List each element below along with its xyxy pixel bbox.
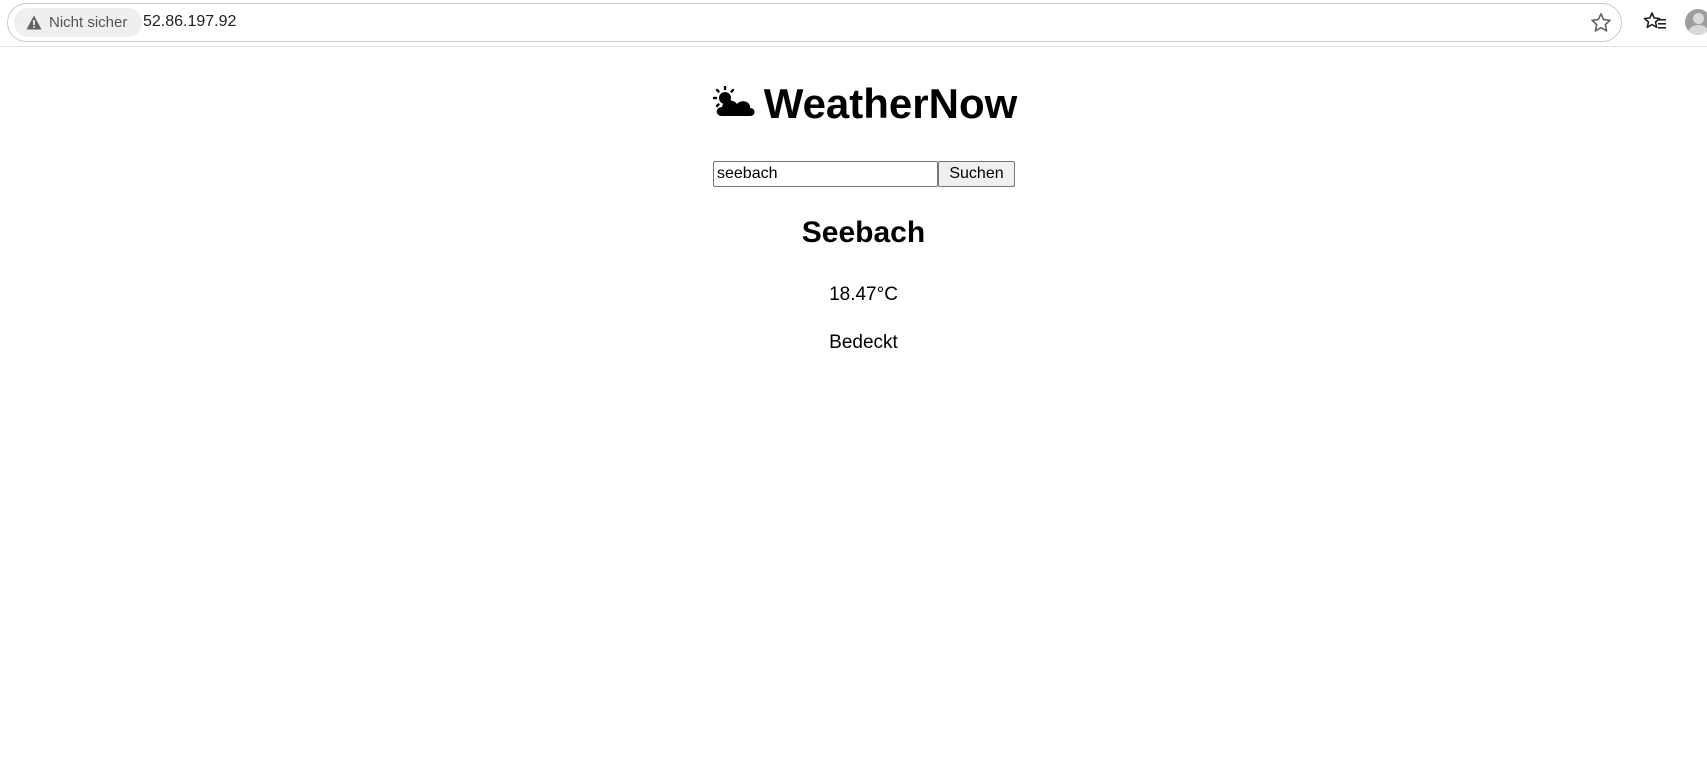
app-title: WeatherNow [0, 79, 1707, 129]
search-button[interactable]: Suchen [938, 161, 1015, 187]
temperature-value: 18.47°C [829, 284, 898, 305]
weather-condition: Bedeckt [829, 332, 898, 353]
app-title-text: WeatherNow [763, 80, 1018, 127]
avatar-body [1688, 25, 1707, 35]
bookmark-star-icon[interactable] [1589, 11, 1613, 35]
city-search-input[interactable] [713, 161, 938, 187]
security-label: Nicht sicher [49, 14, 128, 31]
sun-behind-cloud-icon [712, 86, 755, 116]
url-text[interactable]: 52.86.197.92 [143, 13, 236, 31]
avatar-head [1693, 13, 1704, 24]
security-indicator[interactable]: Nicht sicher [14, 8, 142, 37]
page-content: WeatherNow Suchen Seebach 18.47°C Bedeck… [0, 47, 1707, 775]
warning-icon [26, 15, 42, 30]
browser-toolbar: Nicht sicher 52.86.197.92 [0, 0, 1707, 47]
city-name: Seebach [801, 216, 926, 249]
address-bar[interactable]: Nicht sicher 52.86.197.92 [7, 3, 1622, 42]
profile-avatar[interactable] [1685, 9, 1707, 35]
search-form: Suchen [713, 161, 1015, 187]
reading-list-icon[interactable] [1643, 10, 1667, 34]
